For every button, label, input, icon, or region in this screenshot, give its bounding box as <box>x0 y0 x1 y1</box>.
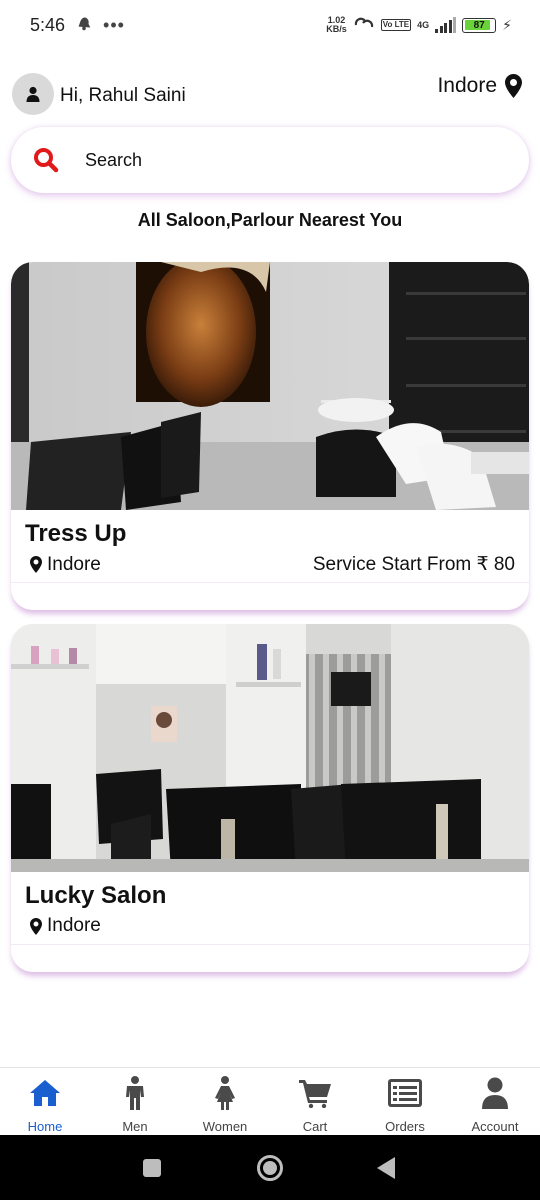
woman-icon <box>215 1076 235 1110</box>
nav-orders[interactable]: Orders <box>360 1068 450 1135</box>
man-icon <box>126 1076 144 1110</box>
battery-icon: 87 <box>462 17 497 33</box>
back-triangle-icon <box>377 1156 395 1179</box>
avatar[interactable] <box>12 73 54 115</box>
salon-city: Indore <box>47 915 101 936</box>
card-divider <box>11 944 529 945</box>
search-bar[interactable]: Search <box>11 127 529 193</box>
nav-women[interactable]: Women <box>180 1068 270 1135</box>
nav-cart[interactable]: Cart <box>270 1068 360 1135</box>
map-pin-icon <box>505 74 522 98</box>
salon-name: Lucky Salon <box>25 882 167 909</box>
net-speed: 1.02 KB/s <box>326 15 347 34</box>
battery-percent: 87 <box>473 19 485 31</box>
map-pin-icon <box>30 556 42 573</box>
account-icon <box>482 1077 508 1109</box>
nav-label: Cart <box>302 1119 328 1134</box>
charging-icon: ⚡ <box>502 16 512 33</box>
salon-name: Tress Up <box>25 520 127 547</box>
status-bar: 5:46 ••• 1.02 KB/s Vo LTE 4G 87 ⚡ <box>0 0 540 50</box>
home-button[interactable] <box>256 1154 284 1182</box>
map-pin-icon <box>30 917 42 935</box>
bottom-nav: Home Men Women Cart Orders Account <box>0 1067 540 1135</box>
card-divider <box>11 582 529 583</box>
greeting-text: Hi, Rahul Saini <box>60 85 186 106</box>
salon-photo[interactable] <box>11 624 529 872</box>
nav-label: Account <box>471 1119 519 1134</box>
system-nav-bar <box>0 1135 540 1200</box>
hotspot-icon <box>353 16 375 35</box>
salon-info-row: Indore Service Start From ₹ 80 <box>30 553 515 576</box>
orders-icon <box>388 1079 422 1107</box>
recents-icon <box>143 1158 161 1177</box>
nav-label: Orders <box>385 1119 425 1134</box>
status-time: 5:46 <box>30 14 66 35</box>
signal-icon <box>435 17 457 33</box>
header: Hi, Rahul Saini Indore <box>12 72 528 116</box>
search-input[interactable]: Search <box>85 150 142 171</box>
salon-info-row: Indore <box>30 915 515 937</box>
nav-label: Home <box>27 1119 63 1134</box>
nav-home[interactable]: Home <box>0 1068 90 1135</box>
salon-price: Service Start From ₹ 80 <box>312 554 515 575</box>
salon-card[interactable]: Lucky Salon Indore <box>11 624 529 972</box>
notification-bell-icon <box>75 14 93 37</box>
home-circle-icon <box>257 1154 283 1181</box>
search-icon <box>34 148 59 173</box>
nav-label: Men <box>122 1119 148 1134</box>
nav-account[interactable]: Account <box>450 1068 540 1135</box>
location-selector[interactable]: Indore <box>437 74 522 98</box>
home-icon <box>30 1080 60 1106</box>
section-title: All Saloon,Parlour Nearest You <box>137 210 403 230</box>
volte-badge: Vo LTE <box>380 19 412 31</box>
more-dots-icon: ••• <box>103 14 125 35</box>
salon-photo[interactable] <box>11 262 529 510</box>
nav-men[interactable]: Men <box>90 1068 180 1135</box>
salon-city: Indore <box>47 553 101 575</box>
cart-icon <box>299 1080 331 1108</box>
location-label: Indore <box>437 74 497 97</box>
salon-card[interactable]: Tress Up Indore Service Start From ₹ 80 <box>11 262 529 610</box>
back-button[interactable] <box>376 1156 396 1180</box>
recents-button[interactable] <box>142 1158 162 1178</box>
network-type: 4G <box>417 19 430 30</box>
nav-label: Women <box>202 1119 248 1134</box>
user-icon <box>26 86 40 102</box>
